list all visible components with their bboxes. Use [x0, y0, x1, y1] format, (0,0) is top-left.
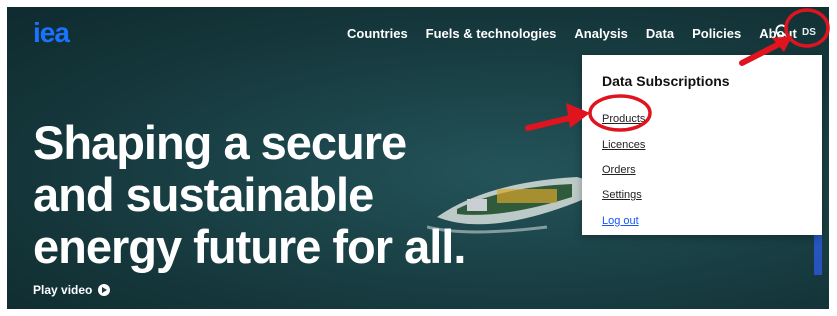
- annotation-overlay: [525, 8, 830, 132]
- products-highlight-circle: [588, 94, 652, 132]
- arrow-to-products: [525, 103, 590, 131]
- arrow-to-user-icon: [739, 36, 792, 66]
- ds-highlight-circle: [784, 8, 830, 48]
